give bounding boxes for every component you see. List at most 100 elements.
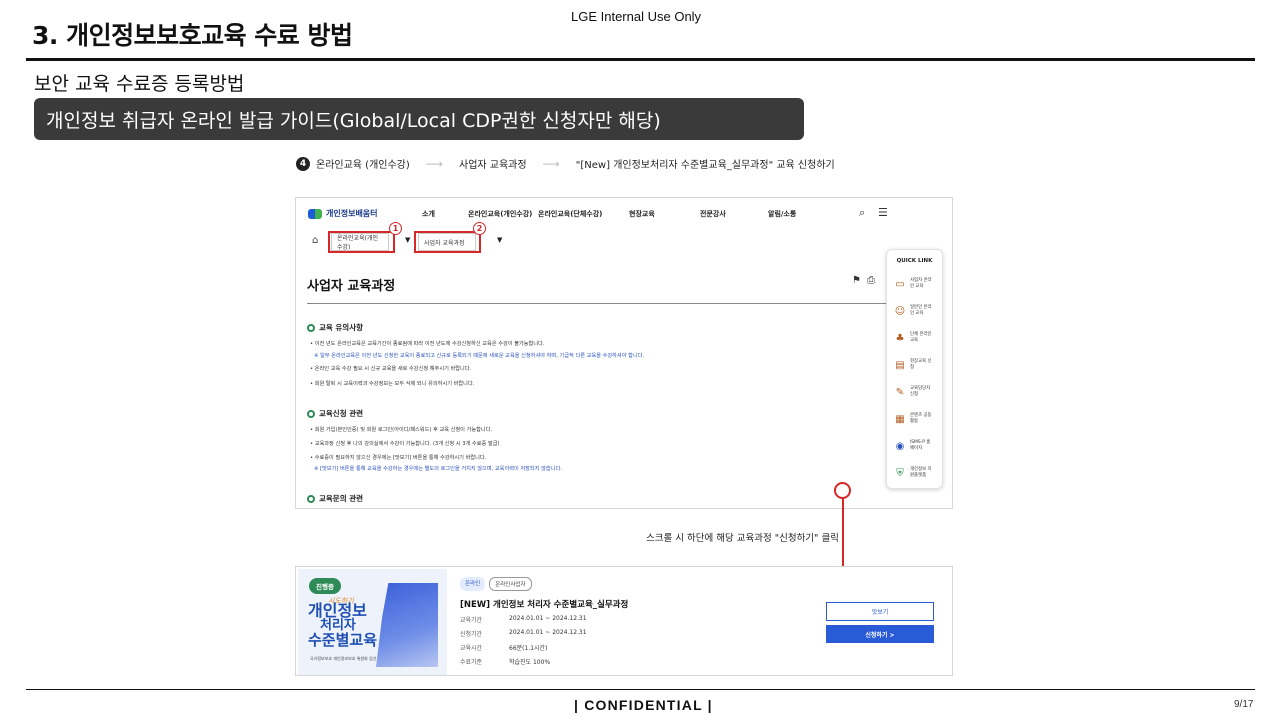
slide-title: 3. 개인정보보호교육 수료 방법 xyxy=(32,21,353,50)
step-marker-1: 1 xyxy=(389,222,402,235)
section-bullet-icon xyxy=(307,323,315,332)
slide-subtitle: 보안 교육 수료증 등록방법 xyxy=(34,73,245,95)
quick-link-panel: QUICK LINK ▭ 사업자 온라인 교육 ☺ 일반인 온라인 교육 ♣ 단… xyxy=(886,249,943,489)
nav-item-online-group[interactable]: 온라인교육(단체수강) xyxy=(538,209,602,219)
caret-down-icon[interactable]: ▼ xyxy=(497,236,502,244)
thumbnail-title: 개인정보 처리자 수준별교육 xyxy=(308,603,377,648)
quick-link-label: 현장교육 신청 xyxy=(910,359,932,370)
menu-icon[interactable]: ☰ xyxy=(878,206,888,219)
highlight-box-1 xyxy=(328,231,395,253)
notice-line: ※ 일부 온라인교육은 이전 년도 신청한 교육이 종료되고 신규로 등록되기 … xyxy=(314,353,645,359)
notice-line: • 이전 년도 온라인교육은 교육기간이 종료됨에 따라 이전 년도에 수강신청… xyxy=(310,341,545,347)
step-marker-2: 2 xyxy=(473,222,486,235)
step-number-badge: 4 xyxy=(296,156,310,171)
scroll-target-marker xyxy=(834,482,851,499)
section-bullet-icon xyxy=(307,494,315,503)
notice-line: • 온라인 교육 수강 필요 시 신규 교육을 새로 수강신청 해주시기 바랍니… xyxy=(310,366,472,372)
quick-link-item[interactable]: ♣ 단체 온라인 교육 xyxy=(893,331,934,345)
pencil-icon: ✎ xyxy=(895,386,905,398)
guide-banner: 개인정보 취급자 온라인 발급 가이드(Global/Local CDP권한 신… xyxy=(34,98,804,140)
group-icon: ♣ xyxy=(895,332,905,344)
tag-online-business: 온라인사업자 xyxy=(489,577,532,591)
site-logo[interactable]: 개인정보배움터 xyxy=(308,208,378,219)
arrow-right-icon: ⟶ xyxy=(542,156,560,171)
caret-down-icon[interactable]: ▼ xyxy=(405,236,410,244)
course-info-row: 수료기준 학습진도 100% xyxy=(460,657,550,666)
quick-link-item[interactable]: ◉ ISMS-P 홈페이지 xyxy=(893,439,934,453)
section-heading: 교육 유의사항 xyxy=(307,322,363,333)
info-value: 학습진도 100% xyxy=(509,659,551,666)
step-item: 온라인교육 (개인수강) xyxy=(316,160,410,171)
quick-link-label: 사업자 온라인 교육 xyxy=(910,278,932,289)
quick-link-label: 콘텐츠 공동활용 xyxy=(910,413,932,424)
nav-item-onsite[interactable]: 현장교육 xyxy=(629,209,655,219)
nav-item-online-individual[interactable]: 온라인교육(개인수강) xyxy=(468,209,532,219)
section-bullet-icon xyxy=(307,409,315,418)
notice-line: ※ [맛보기] 버튼을 통해 교육을 수강하는 경우에는 별도의 로그인을 거치… xyxy=(314,466,562,472)
confidential-label: | CONFIDENTIAL | xyxy=(574,697,713,713)
info-label: 교육기간 xyxy=(460,617,483,624)
quick-link-label: 개인정보 지원플랫폼 xyxy=(910,467,932,478)
quick-link-item[interactable]: ✎ 교육담당자 신청 xyxy=(893,385,934,399)
quick-link-label: 교육담당자 신청 xyxy=(910,386,931,397)
quick-link-title: QUICK LINK xyxy=(896,258,933,264)
quick-link-item[interactable]: ⛨ 개인정보 지원플랫폼 xyxy=(893,466,934,480)
search-icon[interactable]: ⌕ xyxy=(859,206,865,220)
course-info-row: 교육시간 66분(1.1시간) xyxy=(460,643,547,652)
arrow-right-icon: ⟶ xyxy=(425,156,443,171)
notice-line: • 교육과정 신청 후 나의 강의실에서 수강이 가능합니다. (3개 신청 시… xyxy=(310,441,500,447)
preview-button[interactable]: 맛보기 xyxy=(826,602,934,621)
info-label: 신청기간 xyxy=(460,631,483,638)
notice-line: • 회원 가입(본인인증) 및 회원 로그인(아이디/패스워드) 후 교육 신청… xyxy=(310,427,493,433)
shield-icon: ⛨ xyxy=(896,467,904,479)
quick-link-label: 일반인 온라인 교육 xyxy=(910,305,932,316)
nav-item-about[interactable]: 소개 xyxy=(422,209,435,219)
page-title: 사업자 교육과정 xyxy=(307,279,396,294)
quick-link-item[interactable]: ☺ 일반인 온라인 교육 xyxy=(893,304,934,318)
quick-link-item[interactable]: ▭ 사업자 온라인 교육 xyxy=(893,277,934,291)
nav-item-instructor[interactable]: 전문강사 xyxy=(700,209,726,219)
print-icon[interactable]: ⎙ xyxy=(867,275,881,286)
info-label: 수료기준 xyxy=(460,659,483,666)
footer-divider xyxy=(26,689,1255,690)
thumbnail-illustration xyxy=(376,583,438,667)
section-heading-text: 교육신청 관련 xyxy=(319,409,364,418)
quick-link-item[interactable]: ▤ 현장교육 신청 xyxy=(893,358,934,372)
quick-link-label: ISMS-P 홈페이지 xyxy=(910,440,931,451)
course-title[interactable]: [NEW] 개인정보 처리자 수준별교육_실무과정 xyxy=(460,598,628,610)
step-item: "[New] 개인정보처리자 수준별교육_실무과정" 교육 신청하기 xyxy=(575,160,835,171)
course-info-row: 교육기간 2024.01.01 ~ 2024.12.31 xyxy=(460,615,587,624)
tag-online: 온라인 xyxy=(460,577,486,591)
section-heading: 교육신청 관련 xyxy=(307,408,363,419)
bookmark-icon[interactable]: ⚑ xyxy=(852,275,867,286)
highlight-box-2 xyxy=(414,231,481,253)
apply-button[interactable]: 신청하기 > xyxy=(826,625,934,643)
internal-use-label: LGE Internal Use Only xyxy=(571,9,702,24)
thumbnail-footnote: 국가정보보호 개인정보보호 위원회 엄선 xyxy=(310,656,377,661)
notice-line: • 수료증이 필요하지 않으신 경우에는 [맛보기] 버튼을 통해 수강하시기 … xyxy=(310,455,487,461)
thumbnail-title-line: 개인정보 xyxy=(308,601,367,620)
section-heading-text: 교육문의 관련 xyxy=(319,494,364,503)
nav-item-notice[interactable]: 알림/소통 xyxy=(768,209,796,219)
step-item: 사업자 교육과정 xyxy=(459,160,527,171)
info-label: 교육시간 xyxy=(460,645,483,652)
thumbnail-title-line: 수준별교육 xyxy=(308,631,378,649)
quick-link-item[interactable]: ▦ 콘텐츠 공동활용 xyxy=(893,412,934,426)
course-thumbnail[interactable]: 진행중 시도하기 개인정보 처리자 수준별교육 국가정보보호 개인정보보호 위원… xyxy=(298,569,447,675)
home-icon[interactable]: ⌂ xyxy=(312,235,318,246)
title-divider xyxy=(26,58,1255,61)
quick-link-label: 단체 온라인 교육 xyxy=(910,332,932,343)
site-screenshot-course: 진행중 시도하기 개인정보 처리자 수준별교육 국가정보보호 개인정보보호 위원… xyxy=(295,566,953,676)
monitor-icon: ▭ xyxy=(895,278,905,290)
info-value: 2024.01.01 ~ 2024.12.31 xyxy=(509,629,587,636)
isms-icon: ◉ xyxy=(895,440,905,452)
info-value: 66분(1.1시간) xyxy=(509,645,548,652)
course-info-row: 신청기간 2024.01.01 ~ 2024.12.31 xyxy=(460,629,587,638)
guide-banner-text: 개인정보 취급자 온라인 발급 가이드(Global/Local CDP권한 신… xyxy=(46,109,661,132)
site-logo-text: 개인정보배움터 xyxy=(326,209,378,218)
section-heading: 교육문의 관련 xyxy=(307,493,363,504)
scroll-instruction: 스크롤 시 하단에 해당 교육과정 "신청하기" 클릭 xyxy=(646,533,839,544)
logo-icon xyxy=(308,208,322,219)
folder-icon: ▦ xyxy=(895,413,905,425)
section-heading-text: 교육 유의사항 xyxy=(319,323,364,332)
